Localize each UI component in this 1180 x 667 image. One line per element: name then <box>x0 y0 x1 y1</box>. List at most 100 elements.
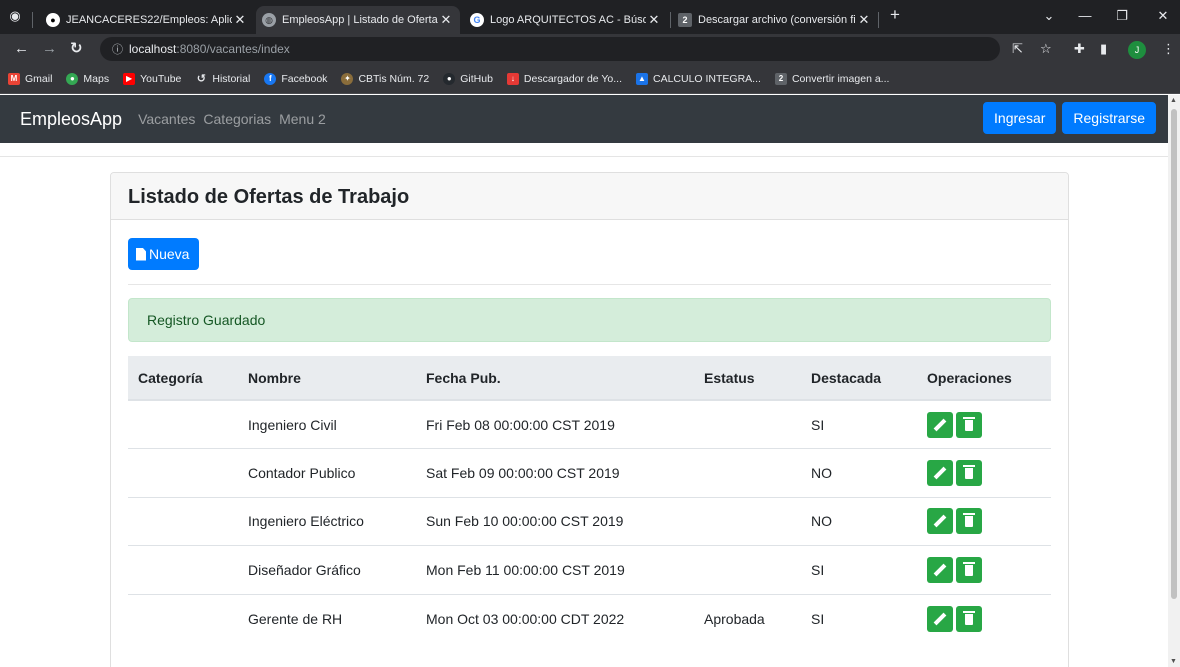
tab-google[interactable]: G Logo ARQUITECTOS AC - Búsque ✕ <box>464 6 668 34</box>
tab-strip: ◉ ● JEANCACERES22/Empleos: Aplica ✕ ◍ Em… <box>0 0 1180 34</box>
calc-icon: ▲ <box>636 72 648 85</box>
tab-empleosapp[interactable]: ◍ EmpleosApp | Listado de Ofertas ✕ <box>256 6 460 34</box>
edit-button[interactable] <box>927 508 953 535</box>
vacancies-table: Categoría Nombre Fecha Pub. Estatus Dest… <box>128 356 1051 643</box>
bookmark-facebook[interactable]: f Facebook <box>264 72 328 85</box>
edit-button[interactable] <box>927 411 953 438</box>
delete-button[interactable] <box>956 508 982 535</box>
cell-operaciones <box>917 497 1051 546</box>
tab-descargar[interactable]: 2 Descargar archivo (conversión fin ✕ <box>672 6 878 34</box>
edit-button[interactable] <box>927 605 953 632</box>
trash-icon <box>963 416 975 431</box>
cell-estatus <box>694 545 801 595</box>
tab-title: Descargar archivo (conversión fin <box>698 14 856 26</box>
page-viewport: EmpleosApp Vacantes Categorias Menu 2 In… <box>0 95 1168 667</box>
cell-estatus <box>694 400 801 449</box>
cell-operaciones <box>917 400 1051 449</box>
delete-button[interactable] <box>956 459 982 486</box>
cell-fecha: Sat Feb 09 00:00:00 CST 2019 <box>416 448 694 498</box>
bookmark-github[interactable]: ● GitHub <box>443 72 493 85</box>
pencil-icon <box>933 612 947 625</box>
login-button[interactable]: Ingresar <box>983 102 1057 134</box>
window-close-icon[interactable]: ✕ <box>1148 8 1178 24</box>
download-icon: ↓ <box>506 72 519 85</box>
scroll-down-icon[interactable]: ▼ <box>1170 658 1177 665</box>
edit-button[interactable] <box>927 556 953 583</box>
page-title: Listado de Ofertas de Trabajo <box>111 173 1068 220</box>
profile-avatar[interactable]: J <box>1128 41 1146 59</box>
cell-categoria <box>128 497 238 546</box>
site-info-icon[interactable]: ⓘ <box>112 41 123 57</box>
file-icon <box>136 247 146 261</box>
close-icon[interactable]: ✕ <box>232 12 248 28</box>
github-icon: ● <box>443 72 456 85</box>
side-panel-icon[interactable]: ▮ <box>1100 41 1107 57</box>
trash-icon <box>963 513 975 528</box>
github-icon: ● <box>46 13 60 27</box>
bookmark-cbtis[interactable]: ✦ CBTis Núm. 72 <box>341 72 430 85</box>
chrome-menu-icon[interactable]: ◉ <box>0 8 30 24</box>
cell-estatus: Aprobada <box>704 610 765 627</box>
close-icon[interactable]: ✕ <box>438 12 454 28</box>
navbar-brand[interactable]: EmpleosApp <box>20 109 122 130</box>
pencil-icon <box>933 514 947 528</box>
youtube-icon: ▶ <box>123 72 136 85</box>
share-icon[interactable]: ⇱ <box>1012 41 1023 57</box>
bookmark-descargador[interactable]: ↓ Descargador de Yo... <box>506 72 622 85</box>
column-header: Categoría <box>128 356 238 401</box>
google-icon: G <box>470 13 484 27</box>
reload-icon[interactable]: ↻ <box>70 40 83 58</box>
bookmark-calculo[interactable]: ▲ CALCULO INTEGRA... <box>636 72 761 85</box>
nav-link-categorias[interactable]: Categorias <box>203 111 271 127</box>
bookmark-convertir[interactable]: 2 Convertir imagen a... <box>774 72 890 85</box>
close-icon[interactable]: ✕ <box>856 12 872 28</box>
bookmark-label: GitHub <box>460 72 493 85</box>
bookmark-star-icon[interactable]: ☆ <box>1040 41 1052 57</box>
nav-link-menu2[interactable]: Menu 2 <box>279 111 326 127</box>
trash-icon <box>963 464 975 479</box>
delete-button[interactable] <box>956 411 982 438</box>
cell-operaciones <box>917 448 1051 498</box>
tab-separator <box>32 12 33 28</box>
bookmark-label: CALCULO INTEGRA... <box>653 72 761 85</box>
register-button[interactable]: Registrarse <box>1062 102 1156 134</box>
minimize-icon[interactable]: — <box>1070 8 1100 23</box>
scrollbar-thumb[interactable] <box>1171 109 1177 599</box>
history-icon: ↺ <box>196 73 206 85</box>
bookmark-label: Facebook <box>281 72 328 85</box>
nav-link-vacantes[interactable]: Vacantes <box>138 111 195 127</box>
url-field[interactable]: ⓘ localhost :8080/vacantes/index <box>100 37 1000 61</box>
more-menu-icon[interactable]: ⋮ <box>1162 41 1175 57</box>
app-navbar: EmpleosApp Vacantes Categorias Menu 2 In… <box>0 95 1168 143</box>
tab-search-icon[interactable]: ⌄ <box>1034 8 1064 24</box>
back-icon[interactable]: ← <box>14 40 29 58</box>
bookmark-label: Maps <box>83 72 110 85</box>
bookmark-label: Convertir imagen a... <box>791 72 890 85</box>
extensions-icon[interactable]: ✚ <box>1074 41 1085 57</box>
page-scrollbar[interactable]: ▲ ▼ <box>1168 95 1180 667</box>
number-2-icon: 2 <box>774 72 787 85</box>
delete-button[interactable] <box>956 605 982 632</box>
new-vacancy-button[interactable]: Nueva <box>128 238 200 270</box>
bookmark-label: CBTis Núm. 72 <box>358 72 430 85</box>
cell-categoria <box>128 448 238 498</box>
pencil-icon <box>933 418 947 431</box>
bookmark-label: Historial <box>212 72 251 85</box>
scroll-up-icon[interactable]: ▲ <box>1170 97 1177 104</box>
delete-button[interactable] <box>956 556 982 583</box>
bookmark-youtube[interactable]: ▶ YouTube <box>123 72 181 85</box>
bookmark-gmail[interactable]: M Gmail <box>8 72 53 85</box>
forward-icon[interactable]: → <box>42 40 57 58</box>
close-icon[interactable]: ✕ <box>646 12 662 28</box>
bookmark-historial[interactable]: ↺ Historial <box>195 72 251 86</box>
new-tab-button[interactable]: + <box>880 5 910 25</box>
edit-button[interactable] <box>927 459 953 486</box>
tab-separator <box>878 12 879 28</box>
column-header: Nombre <box>238 356 416 401</box>
restore-icon[interactable]: ❐ <box>1107 8 1137 24</box>
bookmark-maps[interactable]: ● Maps <box>66 72 110 85</box>
bookmark-label: Gmail <box>25 72 53 85</box>
cell-nombre: Ingeniero Eléctrico <box>238 497 416 546</box>
number-2-icon: 2 <box>678 13 692 27</box>
tab-github[interactable]: ● JEANCACERES22/Empleos: Aplica ✕ <box>40 6 254 34</box>
